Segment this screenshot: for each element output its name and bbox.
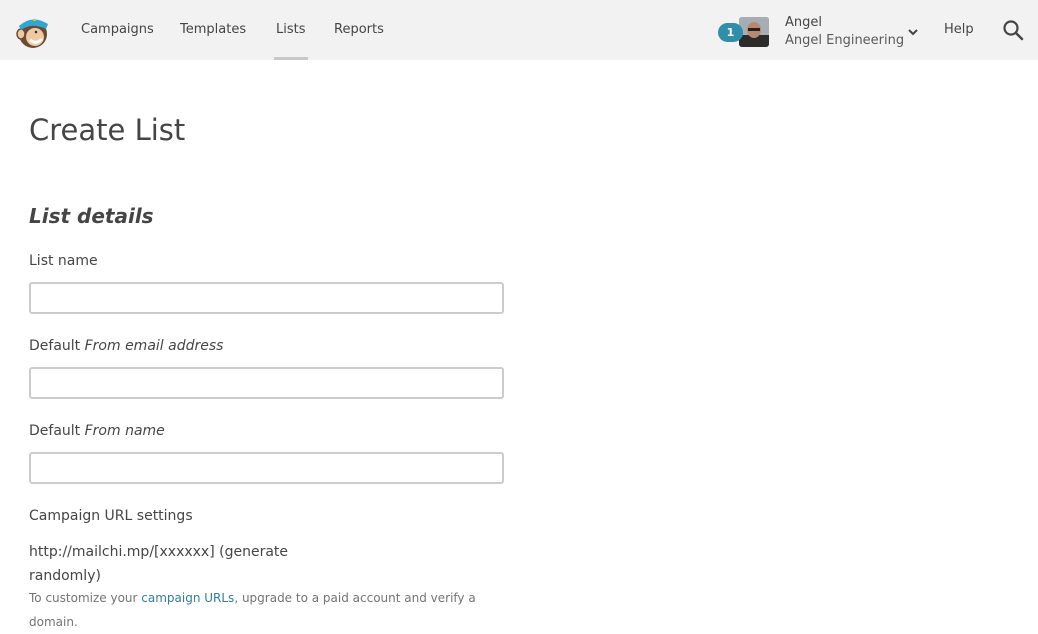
from-name-label-em: From name [84,423,165,439]
notification-badge[interactable]: 1 [718,23,743,42]
campaign-url-label: Campaign URL settings [29,508,193,524]
help-link[interactable]: Help [944,0,974,60]
from-email-label: Default From email address [29,338,223,354]
nav-reports[interactable]: Reports [334,0,384,60]
user-name[interactable]: Angel [785,15,822,30]
from-name-input[interactable] [29,452,504,484]
avatar[interactable] [739,17,769,47]
list-name-input[interactable] [29,282,504,314]
nav-lists[interactable]: Lists [274,0,307,60]
from-name-label-prefix: Default [29,423,85,439]
nav-campaigns[interactable]: Campaigns [81,0,154,60]
nav-templates[interactable]: Templates [180,0,246,60]
list-name-label: List name [29,253,98,269]
campaign-urls-link[interactable]: campaign URLs [141,591,234,605]
top-navigation-bar: Campaigns Templates Lists Reports 1 Ange… [0,0,1038,60]
page-title: Create List [29,113,186,147]
from-email-label-em: From email address [84,338,224,354]
mailchimp-logo-icon[interactable] [14,12,52,50]
campaign-url-help: To customize your campaign URLs, upgrade… [29,586,509,634]
from-name-label: Default From name [29,423,165,439]
from-email-label-prefix: Default [29,338,85,354]
chevron-down-icon[interactable] [906,24,920,38]
search-icon[interactable] [1002,19,1024,41]
help-prefix: To customize your [29,591,142,605]
campaign-url-value: http://mailchi.mp/[xxxxxx] (generate ran… [29,544,289,584]
section-title: List details [29,204,154,228]
user-organization[interactable]: Angel Engineering [785,33,904,48]
from-email-input[interactable] [29,367,504,399]
